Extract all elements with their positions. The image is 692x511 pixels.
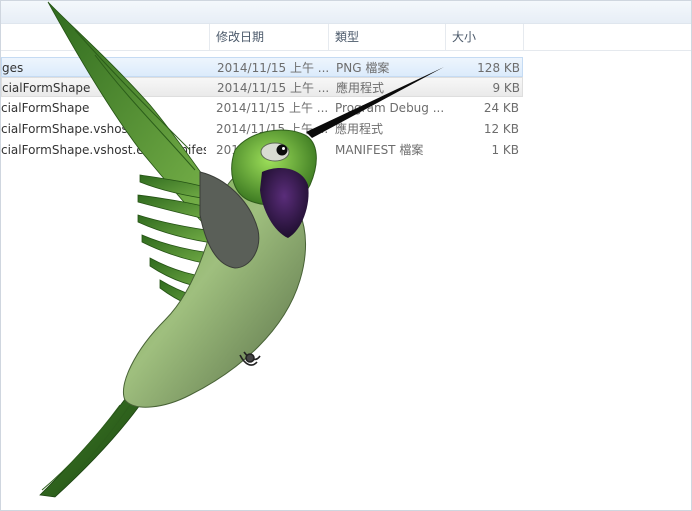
eye bbox=[260, 142, 290, 162]
tail bbox=[39, 394, 141, 498]
hummingbird-icon[interactable] bbox=[0, 0, 692, 511]
beak bbox=[306, 67, 444, 138]
